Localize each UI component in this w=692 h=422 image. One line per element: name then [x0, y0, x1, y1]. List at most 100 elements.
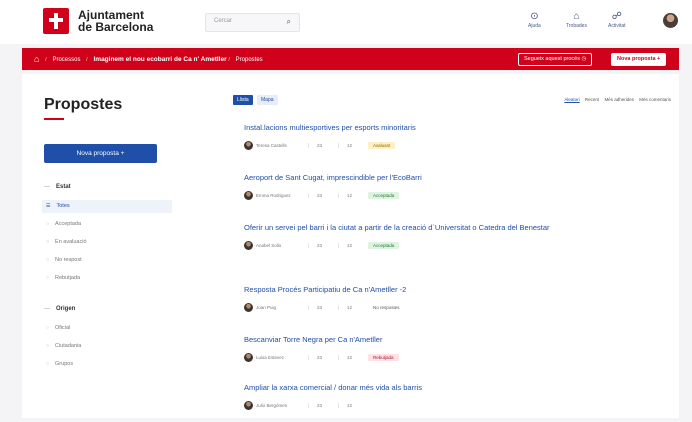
proposal-meta: Anabel Sollo 23 12 Acceptada: [244, 240, 664, 250]
author-name[interactable]: Joan Puig: [256, 305, 308, 310]
filter-label: No respost: [55, 257, 82, 263]
comments-count: 12: [338, 242, 368, 248]
filter-origin-groups[interactable]: ○ Grupos: [42, 358, 172, 371]
brand-name[interactable]: Ajuntament de Barcelona: [78, 9, 153, 33]
filter-label: Acceptada: [55, 221, 82, 227]
filter-origin-official[interactable]: ○ Oficial: [42, 322, 172, 335]
proposal-meta: Luisa Estevez 23 12 Rebutjada: [244, 352, 664, 362]
barcelona-logo[interactable]: [43, 8, 69, 34]
author-avatar: [244, 352, 253, 362]
checkbox-icon: ○: [46, 325, 50, 331]
search-input[interactable]: Cercar ⌕: [205, 13, 300, 32]
author-name[interactable]: Julio Bergómen: [256, 403, 308, 408]
filter-state-unanswered[interactable]: ○ No respost: [42, 254, 172, 267]
author-avatar: [244, 190, 253, 200]
site-header: Ajuntament de Barcelona Cercar ⌕ ⊙ Ajuda…: [0, 0, 692, 44]
checkbox-icon: ○: [46, 239, 50, 245]
proposal-title[interactable]: Ampliar la xarxa comercial / donar més v…: [244, 382, 664, 393]
breadcrumb-processos[interactable]: Processos: [52, 57, 80, 63]
proposal-item[interactable]: Resposta Procés Participatiu de Ca n'Ame…: [244, 284, 664, 312]
votes-count: 23: [308, 192, 338, 198]
filter-label: Totes: [56, 203, 70, 209]
home-icon[interactable]: ⌂: [34, 54, 39, 64]
sort-options: Aleatori Recent Més adherides Més coment…: [560, 97, 671, 102]
breadcrumb-bar: ⌂ / Processos / Imaginem el nou ecobarri…: [22, 48, 679, 70]
filter-state-accepted[interactable]: ○ Acceptada: [42, 218, 172, 231]
filter-label: Ciutadania: [55, 343, 82, 349]
author-avatar: [244, 400, 253, 410]
proposal-title[interactable]: Aeroport de Sant Cugat, imprescindible p…: [244, 172, 664, 183]
checkbox-icon: ○: [46, 361, 50, 367]
proposal-title[interactable]: Resposta Procés Participatiu de Ca n'Ame…: [244, 284, 664, 295]
filter-label: Grupos: [55, 361, 74, 367]
new-proposal-button[interactable]: Nova proposta +: [44, 144, 157, 163]
nav-activitat-label: Activitat: [608, 23, 626, 29]
collapse-icon: —: [44, 184, 50, 190]
tab-list[interactable]: Llista: [233, 95, 253, 105]
state-heading-label: Estat: [56, 184, 71, 190]
breadcrumb-process[interactable]: Imaginem el nou ecobarri de Ca n' Ametll…: [93, 56, 226, 63]
checkbox-icon: ○: [46, 343, 50, 349]
origin-heading-label: Origen: [56, 306, 76, 312]
checkbox-icon: ○: [46, 257, 50, 263]
bell-icon: ⌂: [573, 11, 580, 22]
nav-trobades[interactable]: ⌂ Trobades: [566, 10, 587, 29]
status-badge: Acceptada: [368, 241, 400, 249]
breadcrumb-propostes[interactable]: Propostes: [236, 57, 263, 63]
comments-count: 12: [338, 304, 368, 310]
plus-icon: +: [120, 150, 125, 157]
filter-origin-citizens[interactable]: ○ Ciutadania: [42, 340, 172, 353]
votes-count: 23: [308, 354, 338, 360]
page-title: Propostes: [44, 96, 123, 113]
filter-heading-origin[interactable]: — Origen: [44, 306, 75, 312]
new-proposal-top-button[interactable]: Nova proposta +: [611, 53, 667, 66]
status-badge: Rebutjada: [368, 353, 399, 361]
proposal-meta: Joan Puig 23 12 No respostes: [244, 302, 664, 312]
sort-most-commented[interactable]: Més comentaris: [639, 97, 671, 102]
proposal-item[interactable]: Aeroport de Sant Cugat, imprescindible p…: [244, 172, 664, 200]
comments-count: 12: [338, 402, 368, 408]
sort-recent[interactable]: Recent: [585, 97, 599, 102]
filter-state-evaluating[interactable]: ○ En avaluació: [42, 236, 172, 249]
help-icon: ⊙: [530, 11, 539, 22]
filter-state-all[interactable]: ☰ Totes: [42, 200, 172, 213]
proposal-meta: Teresa Castells 23 12 Avaluant: [244, 140, 664, 150]
status-badge: Acceptada: [368, 191, 400, 199]
checkbox-icon: ○: [46, 275, 50, 281]
sort-most-supported[interactable]: Més adherides: [604, 97, 634, 102]
status-badge: No respostes: [368, 303, 405, 311]
author-avatar: [244, 240, 253, 250]
proposal-title[interactable]: Bescanviar Torre Negra per Ca n'Ametller: [244, 334, 664, 345]
proposal-item[interactable]: Ampliar la xarxa comercial / donar més v…: [244, 382, 664, 410]
proposal-list-area: Llista Mapa Aleatori Recent Més adheride…: [230, 74, 679, 418]
proposal-title[interactable]: Instal.lacions multiesportives per espor…: [244, 122, 664, 133]
new-proposal-label: Nova proposta: [76, 150, 119, 157]
proposal-item[interactable]: Bescanviar Torre Negra per Ca n'Ametller…: [244, 334, 664, 362]
proposal-item[interactable]: Oferir un servei pel barri i la ciutat a…: [244, 222, 664, 250]
search-placeholder: Cercar: [214, 18, 233, 24]
author-name[interactable]: Luisa Estevez: [256, 355, 308, 360]
brand-line-2: de Barcelona: [78, 20, 154, 34]
filter-state-rejected[interactable]: ○ Rebutjada: [42, 272, 172, 285]
search-icon[interactable]: ⌕: [287, 17, 291, 27]
nav-help[interactable]: ⊙ Ajuda: [528, 10, 541, 29]
nav-help-label: Ajuda: [528, 23, 541, 29]
plus-icon: +: [657, 56, 661, 62]
nav-activitat[interactable]: ☍ Activitat: [608, 10, 626, 29]
tab-map[interactable]: Mapa: [257, 95, 278, 105]
author-name[interactable]: Anabel Sollo: [256, 243, 308, 248]
sort-random[interactable]: Aleatori: [564, 97, 579, 102]
filter-heading-state[interactable]: — Estat: [44, 184, 71, 190]
proposal-meta: Emma Rodriguez 23 12 Acceptada: [244, 190, 664, 200]
follow-process-button[interactable]: Segueix aquest procés ◷: [518, 53, 593, 66]
proposal-title[interactable]: Oferir un servei pel barri i la ciutat a…: [244, 222, 664, 233]
author-name[interactable]: Teresa Castells: [256, 143, 308, 148]
proposal-meta: Julio Bergómen 23 12: [244, 400, 664, 410]
follow-icon: ◷: [581, 56, 587, 62]
collapse-icon: —: [44, 306, 50, 312]
breadcrumb-separator: /: [45, 57, 47, 63]
proposal-item[interactable]: Instal.lacions multiesportives per espor…: [244, 122, 664, 150]
user-avatar[interactable]: [663, 13, 678, 28]
author-name[interactable]: Emma Rodriguez: [256, 193, 308, 198]
comments-count: 12: [338, 192, 368, 198]
